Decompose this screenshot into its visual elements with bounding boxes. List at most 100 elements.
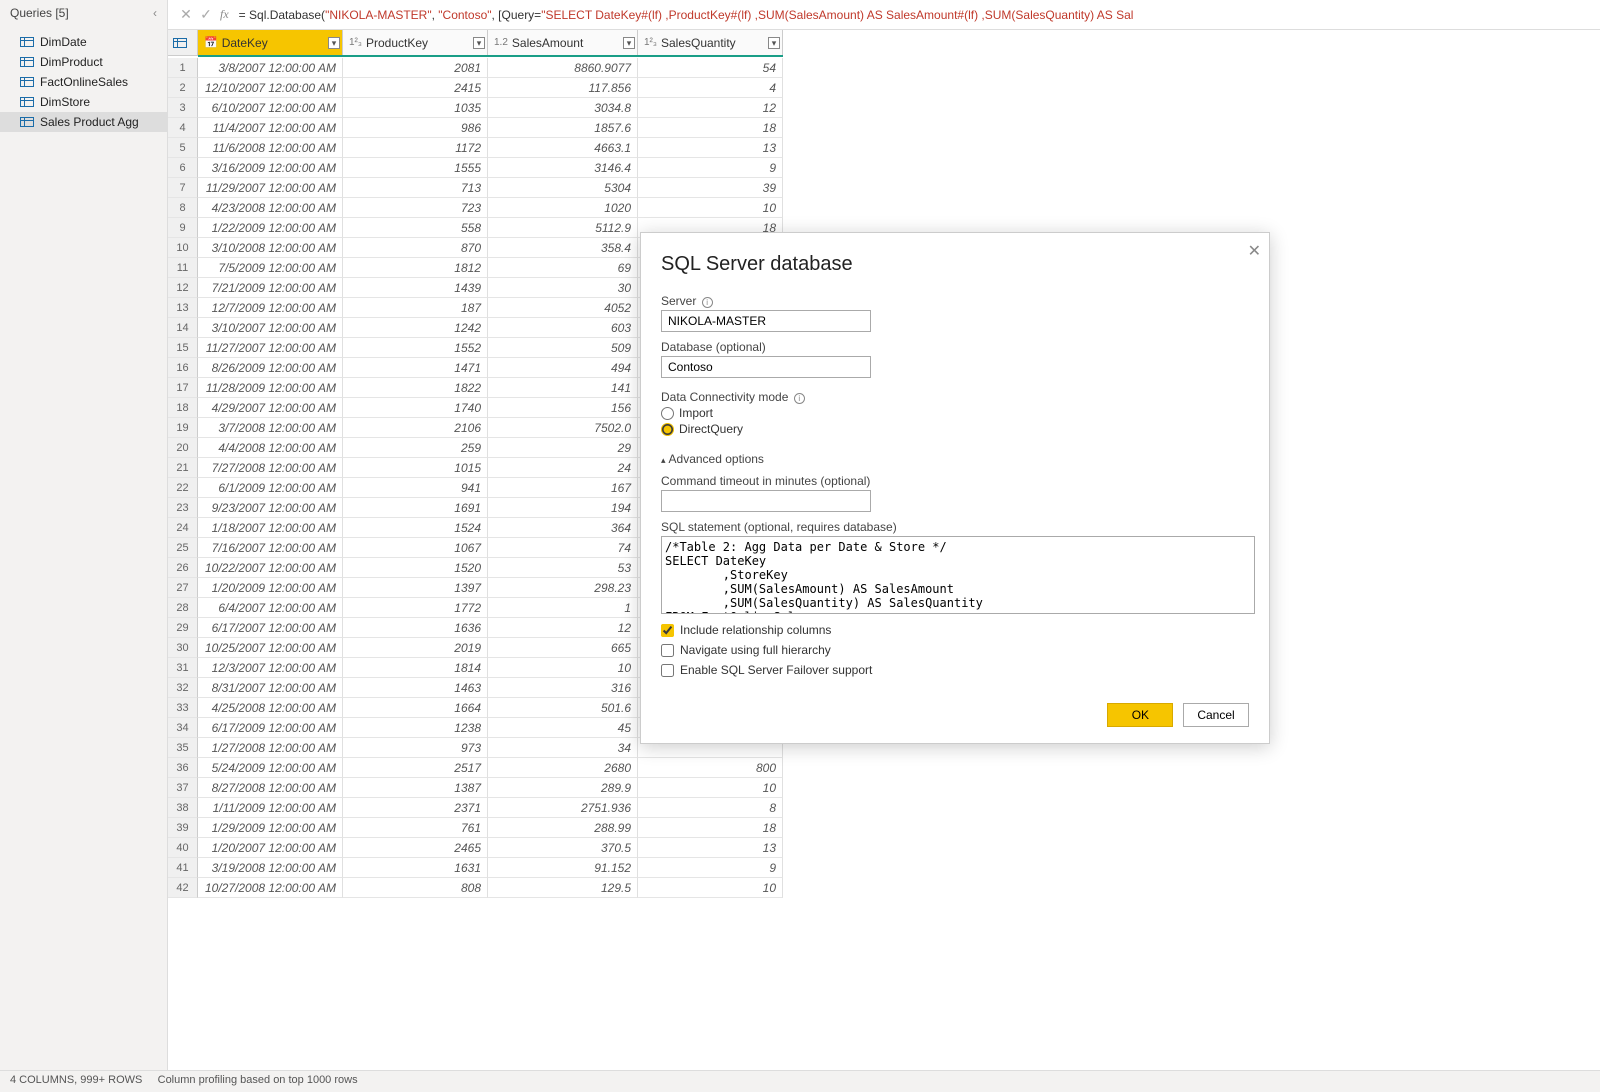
commit-icon[interactable]: ✓ — [196, 6, 216, 23]
ok-button[interactable]: OK — [1107, 703, 1173, 727]
col-datekey[interactable]: 📅 DateKey ▾ — [198, 30, 343, 55]
cancel-icon[interactable]: ✕ — [176, 6, 196, 23]
cell: 1397 — [343, 578, 488, 598]
sidebar-item[interactable]: DimDate — [0, 32, 167, 52]
cell: 289.9 — [488, 778, 638, 798]
cell: 288.99 — [488, 818, 638, 838]
table-row[interactable]: 212/10/2007 12:00:00 AM2415117.8564 — [168, 78, 783, 98]
cell: 1/27/2008 12:00:00 AM — [198, 738, 343, 758]
cell: 7/27/2008 12:00:00 AM — [198, 458, 343, 478]
status-profile: Column profiling based on top 1000 rows — [158, 1074, 358, 1086]
cell: 3/16/2009 12:00:00 AM — [198, 158, 343, 178]
table-row[interactable]: 36/10/2007 12:00:00 AM10353034.812 — [168, 98, 783, 118]
col-salesquantity[interactable]: 1²₃ SalesQuantity ▾ — [638, 30, 783, 55]
cell: 1242 — [343, 318, 488, 338]
row-number: 12 — [168, 278, 198, 298]
table-row[interactable]: 401/20/2007 12:00:00 AM2465370.513 — [168, 838, 783, 858]
table-row[interactable]: 411/4/2007 12:00:00 AM9861857.618 — [168, 118, 783, 138]
cell: 558 — [343, 218, 488, 238]
col-salesamount[interactable]: 1.2 SalesAmount ▾ — [488, 30, 638, 55]
database-input[interactable] — [661, 356, 871, 378]
cell: 8/31/2007 12:00:00 AM — [198, 678, 343, 698]
filter-icon[interactable]: ▾ — [768, 37, 780, 49]
cell: 1552 — [343, 338, 488, 358]
radio-directquery[interactable]: DirectQuery — [661, 422, 1249, 436]
column-accent — [198, 55, 783, 57]
info-icon[interactable]: i — [702, 297, 713, 308]
cell: 11/6/2008 12:00:00 AM — [198, 138, 343, 158]
sidebar-item[interactable]: DimStore — [0, 92, 167, 112]
close-icon[interactable]: ✕ — [1248, 241, 1261, 261]
cancel-button[interactable]: Cancel — [1183, 703, 1249, 727]
chk-navigate[interactable]: Navigate using full hierarchy — [661, 643, 1249, 657]
cell: 29 — [488, 438, 638, 458]
table-row[interactable]: 4210/27/2008 12:00:00 AM808129.510 — [168, 878, 783, 898]
table-row[interactable]: 84/23/2008 12:00:00 AM723102010 — [168, 198, 783, 218]
table-row[interactable]: 511/6/2008 12:00:00 AM11724663.113 — [168, 138, 783, 158]
cell: 8/27/2008 12:00:00 AM — [198, 778, 343, 798]
cell: 3/7/2008 12:00:00 AM — [198, 418, 343, 438]
cell: 2415 — [343, 78, 488, 98]
row-number: 19 — [168, 418, 198, 438]
row-number: 6 — [168, 158, 198, 178]
table-row[interactable]: 13/8/2007 12:00:00 AM20818860.907754 — [168, 58, 783, 78]
row-number: 7 — [168, 178, 198, 198]
sidebar-item[interactable]: Sales Product Agg — [0, 112, 167, 132]
status-columns: 4 COLUMNS, 999+ ROWS — [10, 1074, 142, 1086]
row-number: 4 — [168, 118, 198, 138]
server-label: Server i — [661, 294, 1249, 308]
cell: 1/20/2009 12:00:00 AM — [198, 578, 343, 598]
status-bar: 4 COLUMNS, 999+ ROWS Column profiling ba… — [0, 1070, 1600, 1092]
cell: 1555 — [343, 158, 488, 178]
fx-icon[interactable]: fx — [220, 7, 229, 22]
row-number: 24 — [168, 518, 198, 538]
table-row[interactable]: 381/11/2009 12:00:00 AM23712751.9368 — [168, 798, 783, 818]
table-row[interactable]: 365/24/2009 12:00:00 AM25172680800 — [168, 758, 783, 778]
col-productkey[interactable]: 1²₃ ProductKey ▾ — [343, 30, 488, 55]
cell: 1631 — [343, 858, 488, 878]
cell: 5112.9 — [488, 218, 638, 238]
row-number: 31 — [168, 658, 198, 678]
cell: 3/19/2008 12:00:00 AM — [198, 858, 343, 878]
radio-import[interactable]: Import — [661, 406, 1249, 420]
timeout-input[interactable] — [661, 490, 871, 512]
filter-icon[interactable]: ▾ — [473, 37, 485, 49]
cell: 117.856 — [488, 78, 638, 98]
table-row[interactable]: 391/29/2009 12:00:00 AM761288.9918 — [168, 818, 783, 838]
info-icon[interactable]: i — [794, 393, 805, 404]
row-number: 3 — [168, 98, 198, 118]
advanced-toggle[interactable]: Advanced options — [661, 452, 1249, 466]
row-number: 22 — [168, 478, 198, 498]
cell: 11/4/2007 12:00:00 AM — [198, 118, 343, 138]
cell: 74 — [488, 538, 638, 558]
cell: 54 — [638, 58, 783, 78]
mode-label: Data Connectivity mode i — [661, 390, 1249, 404]
table-icon[interactable] — [168, 30, 198, 55]
chk-relationship[interactable]: Include relationship columns — [661, 623, 1249, 637]
table-row[interactable]: 378/27/2008 12:00:00 AM1387289.910 — [168, 778, 783, 798]
sidebar-item[interactable]: FactOnlineSales — [0, 72, 167, 92]
cell: 24 — [488, 458, 638, 478]
row-number: 37 — [168, 778, 198, 798]
cell: 10/25/2007 12:00:00 AM — [198, 638, 343, 658]
dialog-title: SQL Server database — [661, 253, 1249, 276]
chk-failover[interactable]: Enable SQL Server Failover support — [661, 663, 1249, 677]
table-row[interactable]: 63/16/2009 12:00:00 AM15553146.49 — [168, 158, 783, 178]
cell: 11/28/2009 12:00:00 AM — [198, 378, 343, 398]
cell: 494 — [488, 358, 638, 378]
cell: 1/11/2009 12:00:00 AM — [198, 798, 343, 818]
server-input[interactable] — [661, 310, 871, 332]
sql-textarea[interactable] — [661, 536, 1255, 614]
cell: 603 — [488, 318, 638, 338]
cell: 713 — [343, 178, 488, 198]
sidebar-item[interactable]: DimProduct — [0, 52, 167, 72]
cell: 11/27/2007 12:00:00 AM — [198, 338, 343, 358]
table-row[interactable]: 413/19/2008 12:00:00 AM163191.1529 — [168, 858, 783, 878]
table-row[interactable]: 711/29/2007 12:00:00 AM713530439 — [168, 178, 783, 198]
collapse-icon[interactable]: ‹ — [153, 6, 157, 20]
filter-icon[interactable]: ▾ — [328, 37, 340, 49]
formula-text[interactable]: = Sql.Database("NIKOLA-MASTER", "Contoso… — [239, 8, 1134, 22]
cell: 761 — [343, 818, 488, 838]
row-number: 9 — [168, 218, 198, 238]
filter-icon[interactable]: ▾ — [623, 37, 635, 49]
